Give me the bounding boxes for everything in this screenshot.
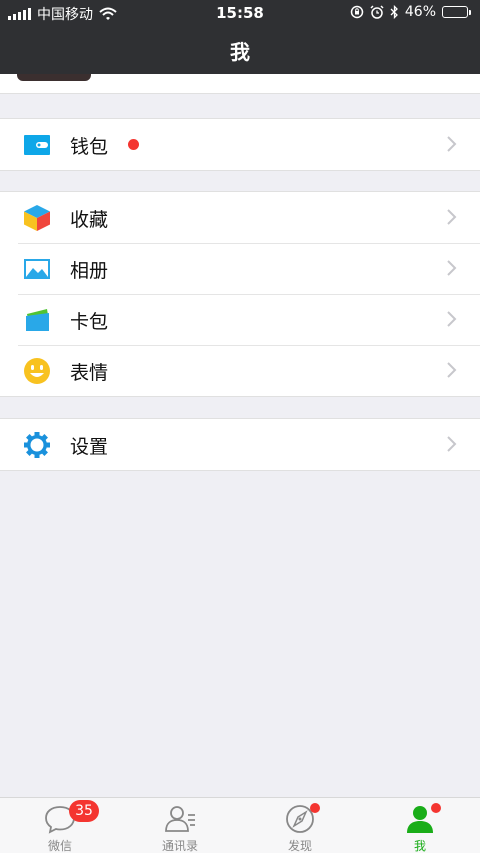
menu-item-label: 表情 xyxy=(70,362,109,384)
chevron-right-icon xyxy=(447,209,457,225)
menu-item-label: 设置 xyxy=(70,436,109,458)
tab-contacts[interactable]: 通讯录 xyxy=(120,798,240,853)
avatar[interactable] xyxy=(17,74,91,81)
gear-icon xyxy=(24,432,50,458)
menu-item-label: 卡包 xyxy=(70,311,109,333)
discover-red-dot xyxy=(310,803,320,813)
favorites-cube-icon xyxy=(24,205,50,231)
status-right: 46% xyxy=(350,4,471,20)
wallet-group: 钱包 xyxy=(0,118,480,171)
menu-item-label: 钱包 xyxy=(70,136,109,158)
alarm-icon xyxy=(370,5,384,19)
menu-item-label: 收藏 xyxy=(70,209,109,231)
chevron-right-icon xyxy=(447,436,457,452)
album-icon xyxy=(24,259,50,279)
chevron-right-icon xyxy=(447,136,457,152)
battery-percent: 46% xyxy=(404,4,436,20)
card-pack-icon xyxy=(26,309,49,331)
tab-label: 发现 xyxy=(287,839,312,853)
chevron-right-icon xyxy=(447,311,457,327)
me-red-dot xyxy=(431,803,441,813)
smiley-icon xyxy=(24,358,50,384)
profile-card[interactable] xyxy=(0,74,480,94)
content-group: 收藏 相册 卡包 表情 xyxy=(0,191,480,397)
menu-item-wallet[interactable]: 钱包 xyxy=(0,119,480,170)
menu-item-card-pack[interactable]: 卡包 xyxy=(0,294,480,345)
top-bar: 中国移动 15:58 46% 我 xyxy=(0,0,480,74)
wallet-icon xyxy=(24,135,50,155)
chevron-right-icon xyxy=(447,362,457,378)
menu-item-settings[interactable]: 设置 xyxy=(0,419,480,470)
tab-label: 通讯录 xyxy=(161,839,198,853)
tab-label: 微信 xyxy=(47,839,72,853)
settings-group: 设置 xyxy=(0,418,480,471)
tab-discover[interactable]: 发现 xyxy=(240,798,360,853)
menu-item-album[interactable]: 相册 xyxy=(0,243,480,294)
status-bar: 中国移动 15:58 46% xyxy=(0,0,480,26)
wallet-red-dot xyxy=(128,139,139,150)
battery-icon xyxy=(442,6,471,18)
tab-me[interactable]: 我 xyxy=(360,798,480,853)
unread-badge: 35 xyxy=(69,800,99,822)
tab-label: 我 xyxy=(413,839,426,853)
chevron-right-icon xyxy=(447,260,457,276)
menu-item-label: 相册 xyxy=(70,260,109,282)
rotation-lock-icon xyxy=(350,5,364,19)
tab-chats[interactable]: 35 微信 xyxy=(0,798,120,853)
contacts-icon xyxy=(165,806,195,832)
page-title: 我 xyxy=(230,40,250,64)
bluetooth-icon xyxy=(390,5,398,19)
menu-item-favorites[interactable]: 收藏 xyxy=(0,192,480,243)
menu-item-stickers[interactable]: 表情 xyxy=(0,345,480,396)
bottom-tab-bar: 35 微信 通讯录 发现 我 xyxy=(0,797,480,853)
